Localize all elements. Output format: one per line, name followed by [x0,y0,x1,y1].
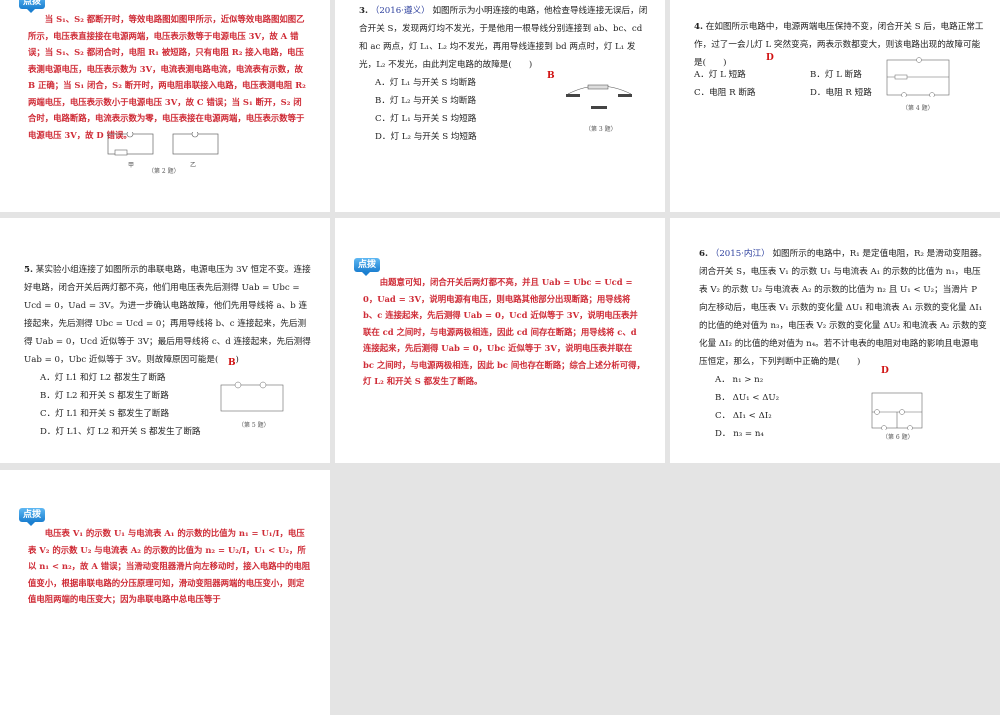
circuit-diagram [871,392,923,430]
slide-thumbnail-3[interactable]: 4. 在如图所示电路中，电源两端电压保持不变，闭合开关 S 后，电路正常工作，过… [670,0,1000,212]
option-c: C． ΔI₁ < ΔI₂ [715,411,772,421]
circuit-diagram [886,57,950,97]
option-a: A．灯 L 短路 [694,70,746,80]
option-d: D． n₃ = n₄ [715,429,764,439]
slide-thumbnail-7[interactable]: 点拨 电压表 V₁ 的示数 U₁ 与电流表 A₁ 的示数的比值为 n₁ = U₁… [0,470,330,715]
option-c: C．电阻 R 断路 [694,88,756,98]
circuit-diagram [220,381,284,412]
figure-caption: （第 6 题） [882,434,914,441]
figure-label-a: 甲 [128,162,135,169]
answer-mark: B [547,71,555,81]
slide-thumbnail-1[interactable]: 点拨 当 S₁、S₂ 都断开时，等效电路图如图甲所示，近似等效电路图如图乙所示，… [0,0,330,212]
figure-caption: （第 2 题） [148,168,180,175]
question-stem: 某实验小组连接了如图所示的串联电路，电源电压为 3V 恒定不变。连接好电路，闭合… [24,265,311,365]
options: A．灯 L 短路 B．灯 L 断路 C．电阻 R 断路 D．电阻 R 短路 [694,66,894,102]
question-number: 3. [359,6,368,16]
slide-thumbnail-4[interactable]: 5. 某实验小组连接了如图所示的串联电路，电源电压为 3V 恒定不变。连接好电路… [0,218,330,463]
hint-badge: 点拨 [19,0,45,13]
explanation-text: 由题意可知，闭合开关后两灯都不亮，并且 Uab = Ubc = Ucd = 0，… [363,277,645,386]
option-b: B．灯 L 断路 [810,70,862,80]
explanation-text: 电压表 V₁ 的示数 U₁ 与电流表 A₁ 的示数的比值为 n₁ = U₁/I，… [28,528,311,604]
answer-mark: D [766,53,774,63]
circuit-diagram [566,84,632,109]
figure-caption: （第 5 题） [238,422,270,429]
option-b: B． ΔU₁ < ΔU₂ [715,393,780,403]
question-stem: 如图所示的电路中，R₁ 是定值电阻，R₂ 是滑动变阻器。闭合开关 S，电压表 V… [699,249,987,367]
figure-label-b: 乙 [190,162,197,169]
option-d: D．电阻 R 短路 [810,88,872,98]
question-6: 6. （2015·内江） 如图所示的电路中，R₁ 是定值电阻，R₂ 是滑动变阻器… [699,245,987,443]
slide-thumbnail-6[interactable]: 6. （2015·内江） 如图所示的电路中，R₁ 是定值电阻，R₂ 是滑动变阻器… [670,218,1000,463]
question-number: 5. [24,265,33,275]
figure-caption: （第 4 题） [902,105,934,112]
slide-thumbnail-2[interactable]: 3. （2016·遵义） 如图所示为小明连接的电路，他检查导线连接无误后，闭合开… [335,0,665,212]
explanation-text: 当 S₁、S₂ 都断开时，等效电路图如图甲所示，近似等效电路图如图乙所示，电压表… [28,14,306,140]
question-number: 6. [699,249,708,259]
hint-badge: 点拨 [354,258,380,276]
question-source: （2016·遵义） [370,6,430,16]
question-source: （2015·内江） [710,249,770,259]
option-a: A． n₁ > n₂ [715,375,764,385]
slide-thumbnail-5[interactable]: 点拨 由题意可知，闭合开关后两灯都不亮，并且 Uab = Ubc = Ucd =… [335,218,665,463]
answer-mark: D [881,366,889,376]
question-number: 4. [694,22,703,32]
empty-slot [335,470,665,715]
answer-mark: B [228,358,236,368]
hint-badge: 点拨 [19,508,45,526]
figure-caption: （第 3 题） [585,126,617,133]
